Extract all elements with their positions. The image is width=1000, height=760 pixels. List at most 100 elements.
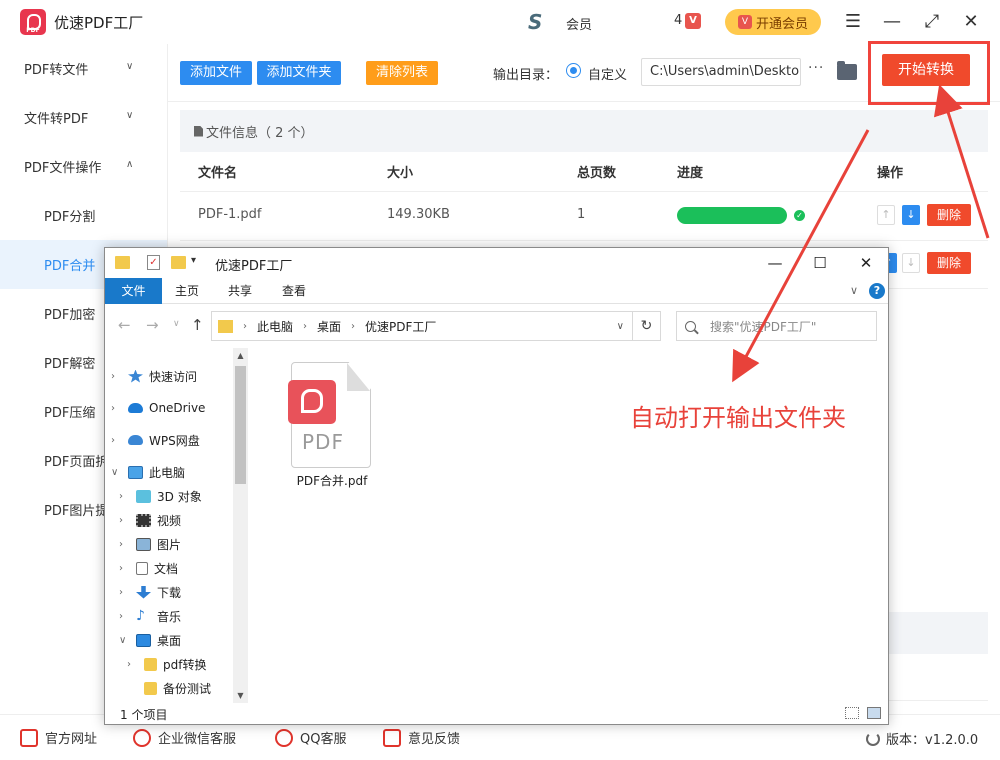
breadcrumb-this-pc[interactable]: 此电脑	[257, 318, 293, 335]
file-size-cell: 149.30KB	[387, 207, 450, 222]
sidebar-item-file-to-pdf[interactable]: 文件转PDF ∨	[0, 93, 167, 142]
refresh-button[interactable]: ↻	[633, 311, 661, 341]
close-icon[interactable]: ✕	[959, 10, 983, 34]
open-vip-button[interactable]: V 开通会员	[725, 9, 821, 35]
address-dropdown-icon[interactable]: ∨	[617, 321, 624, 332]
vip-icon: V	[685, 13, 701, 29]
nav-scrollbar[interactable]: ▲ ▼	[233, 348, 248, 703]
move-up-button[interactable]: ↑	[877, 205, 895, 225]
ribbon-expand-icon[interactable]: ∨	[850, 284, 858, 297]
nav-item-onedrive[interactable]: › OneDrive	[111, 396, 205, 420]
item-count: 1 个项目	[120, 708, 168, 722]
nav-item-videos[interactable]: › 视频	[119, 508, 181, 532]
tab-share[interactable]: 共享	[222, 278, 258, 304]
collapse-icon[interactable]: ∨	[111, 467, 123, 478]
nav-item-pdf-convert[interactable]: › pdf转换	[127, 652, 206, 676]
nav-item-wps-drive[interactable]: › WPS网盘	[111, 428, 200, 452]
explorer-minimize-icon[interactable]: —	[763, 252, 787, 274]
expand-icon[interactable]: ›	[111, 371, 123, 382]
add-file-button[interactable]: 添加文件	[180, 61, 252, 85]
qq-service-link[interactable]: QQ客服	[275, 728, 346, 747]
sidebar-item-pdf-operations[interactable]: PDF文件操作 ∧	[0, 142, 167, 191]
wechat-service-link[interactable]: 企业微信客服	[133, 728, 236, 747]
user-avatar[interactable]: S	[528, 10, 554, 34]
open-folder-icon[interactable]	[837, 61, 857, 80]
recent-dropdown-icon[interactable]: ∨	[173, 319, 180, 329]
official-website-link[interactable]: 官方网址	[20, 728, 97, 747]
expand-icon[interactable]: ›	[119, 587, 131, 598]
nav-label: 文档	[154, 561, 179, 576]
explorer-maximize-icon[interactable]: ☐	[808, 252, 832, 274]
official-website-label: 官方网址	[45, 732, 98, 747]
properties-icon[interactable]: ✓	[147, 255, 160, 270]
nav-label: 视频	[157, 513, 182, 528]
forward-icon[interactable]: →	[146, 316, 159, 334]
vip-count: 4	[674, 13, 683, 28]
menu-icon[interactable]: ☰	[841, 10, 865, 34]
nav-label: WPS网盘	[149, 433, 200, 448]
download-icon	[136, 585, 151, 599]
explorer-titlebar: ✓ ▾ 优速PDF工厂 — ☐ ✕	[105, 248, 888, 278]
breadcrumb-desktop[interactable]: 桌面	[317, 318, 341, 335]
delete-button[interactable]: 删除	[927, 252, 971, 274]
nav-item-music[interactable]: › ♪ 音乐	[119, 604, 181, 628]
expand-icon[interactable]: ›	[111, 435, 123, 446]
nav-label: 快速访问	[149, 369, 198, 384]
expand-icon[interactable]: ›	[119, 515, 131, 526]
feedback-link[interactable]: 意见反馈	[383, 728, 460, 747]
search-input[interactable]: 搜索"优速PDF工厂"	[676, 311, 877, 341]
nav-item-backup-test[interactable]: 备份测试	[127, 676, 211, 700]
custom-radio[interactable]	[566, 63, 581, 78]
address-path[interactable]: › 此电脑 › 桌面 › 优速PDF工厂 ∨	[211, 311, 633, 341]
details-view-icon[interactable]	[845, 707, 859, 719]
expand-icon[interactable]: ›	[119, 539, 131, 550]
move-down-button[interactable]: ↓	[902, 205, 920, 225]
minimize-icon[interactable]: —	[880, 10, 904, 34]
sidebar-item-pdf-split[interactable]: PDF分割	[0, 191, 167, 240]
expand-icon[interactable]: ›	[119, 563, 131, 574]
nav-item-desktop[interactable]: ∨ 桌面	[119, 628, 181, 652]
output-path-input[interactable]: C:\Users\admin\Desktop	[641, 58, 801, 86]
maximize-icon[interactable]: ⤢	[920, 10, 944, 34]
add-folder-button[interactable]: 添加文件夹	[257, 61, 341, 85]
nav-item-this-pc[interactable]: ∨ 此电脑	[111, 460, 185, 484]
sidebar-item-pdf-to-file[interactable]: PDF转文件 ∨	[0, 44, 167, 93]
expand-icon[interactable]: ›	[119, 611, 131, 622]
scroll-thumb[interactable]	[235, 366, 246, 484]
help-icon[interactable]: ?	[869, 283, 885, 299]
nav-label: 此电脑	[149, 465, 186, 480]
folder-icon	[144, 681, 157, 695]
explorer-close-icon[interactable]: ✕	[854, 252, 878, 274]
large-icons-view-icon[interactable]	[867, 707, 881, 719]
user-name[interactable]: 会员	[566, 14, 592, 33]
collapse-icon[interactable]: ∨	[119, 635, 131, 646]
breadcrumb-folder[interactable]: 优速PDF工厂	[365, 318, 436, 335]
file-item[interactable]: PDF PDF合并.pdf	[288, 360, 378, 490]
up-icon[interactable]: ↑	[191, 316, 204, 334]
row-divider	[180, 191, 988, 192]
expand-icon[interactable]: ›	[111, 403, 123, 414]
more-icon[interactable]: ···	[808, 60, 824, 76]
scroll-up-icon[interactable]: ▲	[233, 348, 248, 363]
nav-item-quick-access[interactable]: › 快速访问	[111, 364, 197, 388]
tab-view[interactable]: 查看	[276, 278, 312, 304]
expand-icon[interactable]: ›	[119, 491, 131, 502]
move-down-button[interactable]: ↓	[902, 253, 920, 273]
clear-list-button[interactable]: 清除列表	[366, 61, 438, 85]
scroll-down-icon[interactable]: ▼	[233, 688, 248, 703]
nav-item-downloads[interactable]: › 下载	[119, 580, 181, 604]
back-icon[interactable]: ←	[118, 316, 131, 334]
tab-home[interactable]: 主页	[169, 278, 205, 304]
nav-item-3d-objects[interactable]: › 3D 对象	[119, 484, 202, 508]
nav-item-documents[interactable]: › 文档	[119, 556, 178, 580]
delete-button[interactable]: 删除	[927, 204, 971, 226]
tab-file[interactable]: 文件	[105, 278, 162, 304]
nav-item-pictures[interactable]: › 图片	[119, 532, 181, 556]
quick-access-dropdown-icon[interactable]: ▾	[191, 255, 196, 266]
pdf-type-text: PDF	[302, 430, 344, 454]
custom-radio-label[interactable]: 自定义	[588, 64, 627, 83]
search-placeholder: 搜索"优速PDF工厂"	[710, 319, 817, 334]
new-folder-icon[interactable]	[171, 256, 186, 269]
expand-icon[interactable]: ›	[127, 659, 139, 670]
address-bar: ← → ∨ ↑ › 此电脑 › 桌面 › 优速PDF工厂 ∨ ↻ 搜索"优速PD…	[105, 304, 888, 348]
